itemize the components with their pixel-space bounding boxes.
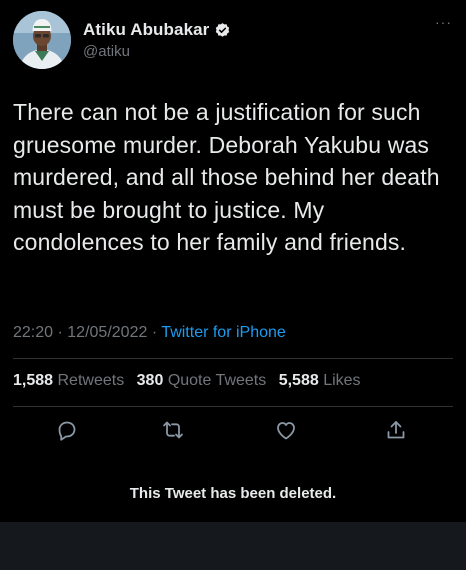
more-options-icon[interactable]: ··· bbox=[435, 15, 452, 29]
quote-tweets-count: 380 bbox=[136, 372, 164, 389]
tweet-source-link[interactable]: Twitter for iPhone bbox=[161, 324, 286, 341]
author-names: Atiku Abubakar @atiku bbox=[83, 19, 231, 60]
verified-badge-icon bbox=[214, 22, 231, 39]
retweet-icon[interactable] bbox=[161, 418, 185, 442]
divider bbox=[13, 358, 453, 359]
tweet-stats: 1,588 Retweets 380 Quote Tweets 5,588 Li… bbox=[13, 372, 361, 390]
display-name-row: Atiku Abubakar bbox=[83, 19, 231, 41]
bottom-band bbox=[0, 522, 466, 570]
meta-separator: · bbox=[151, 324, 158, 341]
tweet-meta: 22:20 · 12/05/2022 · Twitter for iPhone bbox=[13, 324, 286, 342]
like-icon[interactable] bbox=[274, 418, 298, 442]
tweet-time[interactable]: 22:20 bbox=[13, 324, 53, 341]
meta-separator: · bbox=[57, 324, 63, 341]
likes-label: Likes bbox=[323, 372, 361, 389]
display-name[interactable]: Atiku Abubakar bbox=[83, 20, 209, 40]
quote-tweets-label: Quote Tweets bbox=[167, 372, 267, 389]
likes-count: 5,588 bbox=[278, 372, 319, 389]
tweet-actions bbox=[13, 418, 453, 444]
retweets-stat[interactable]: 1,588 Retweets bbox=[13, 372, 124, 389]
likes-stat[interactable]: 5,588 Likes bbox=[279, 372, 361, 389]
share-icon[interactable] bbox=[384, 418, 408, 442]
reply-icon[interactable] bbox=[55, 418, 79, 442]
avatar[interactable] bbox=[13, 11, 71, 69]
deleted-notice: This Tweet has been deleted. bbox=[129, 485, 337, 502]
tweet-date[interactable]: 12/05/2022 bbox=[67, 324, 147, 341]
retweets-count: 1,588 bbox=[13, 372, 54, 389]
tweet-card: Atiku Abubakar @atiku ··· There can not … bbox=[0, 0, 466, 522]
tweet-header: Atiku Abubakar @atiku bbox=[13, 11, 231, 69]
quote-tweets-stat[interactable]: 380 Quote Tweets bbox=[137, 372, 267, 389]
avatar-image bbox=[13, 11, 71, 69]
divider bbox=[13, 406, 453, 407]
author-handle[interactable]: @atiku bbox=[83, 43, 231, 60]
retweets-label: Retweets bbox=[57, 372, 125, 389]
tweet-text: There can not be a justification for suc… bbox=[13, 99, 440, 255]
